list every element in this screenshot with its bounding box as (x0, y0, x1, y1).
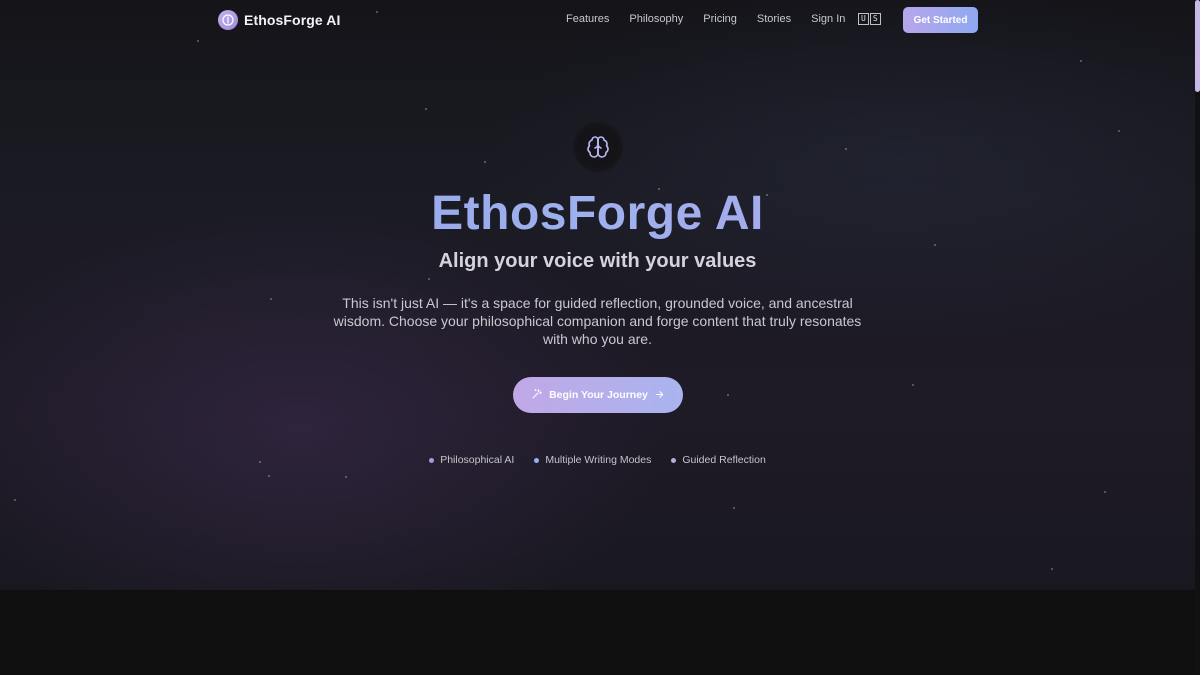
brain-icon (573, 122, 623, 172)
scrollbar-thumb[interactable] (1195, 0, 1200, 92)
feature-list: Philosophical AI Multiple Writing Modes … (0, 454, 1195, 466)
star (345, 476, 347, 478)
feature-label: Multiple Writing Modes (545, 454, 652, 466)
star (934, 244, 936, 246)
star (1051, 568, 1053, 570)
star (428, 278, 430, 280)
star (197, 40, 199, 42)
bullet-dot-icon (429, 457, 435, 463)
lang-letter: U (858, 13, 869, 25)
star (425, 108, 427, 110)
star (1118, 130, 1120, 132)
star (733, 507, 735, 509)
language-selector[interactable]: U S (858, 13, 881, 25)
get-started-button[interactable]: Get Started (903, 7, 978, 33)
brand[interactable]: EthosForge AI (218, 10, 340, 30)
feature-item: Guided Reflection (671, 454, 766, 466)
nav-links: Features Philosophy Pricing Stories Sign… (566, 13, 845, 25)
feature-item: Philosophical AI (429, 454, 514, 466)
feature-label: Philosophical AI (440, 454, 515, 466)
brand-name: EthosForge AI (244, 12, 341, 28)
begin-journey-label: Begin Your Journey (549, 389, 648, 401)
arrow-right-icon (654, 388, 665, 403)
logo-icon (218, 10, 238, 30)
begin-journey-button[interactable]: Begin Your Journey (513, 377, 683, 413)
hero-title: EthosForge AI (0, 186, 1195, 242)
star (14, 499, 16, 501)
star (912, 384, 914, 386)
nav-link-sign-in[interactable]: Sign In (811, 13, 845, 25)
hero-subtitle: Align your voice with your values (438, 250, 757, 272)
bullet-dot-icon (534, 457, 540, 463)
star (1104, 491, 1106, 493)
nav-link-features[interactable]: Features (566, 13, 609, 25)
star (845, 148, 847, 150)
top-nav: EthosForge AI Features Philosophy Pricin… (0, 0, 1195, 40)
feature-label: Guided Reflection (682, 454, 766, 466)
nav-link-pricing[interactable]: Pricing (703, 13, 737, 25)
star (484, 161, 486, 163)
hero-description: This isn't just AI — it's a space for gu… (333, 295, 862, 347)
hero-section: EthosForge AI Features Philosophy Pricin… (0, 0, 1195, 590)
scrollbar[interactable] (1195, 0, 1200, 675)
star (727, 394, 729, 396)
star (268, 475, 270, 477)
nav-link-philosophy[interactable]: Philosophy (629, 13, 683, 25)
bullet-dot-icon (671, 457, 677, 463)
lower-section (0, 590, 1195, 675)
star (270, 298, 272, 300)
sparkles-icon (531, 388, 543, 403)
star (1080, 60, 1082, 62)
nav-link-stories[interactable]: Stories (757, 13, 791, 25)
lang-letter: S (869, 13, 881, 25)
feature-item: Multiple Writing Modes (534, 454, 651, 466)
